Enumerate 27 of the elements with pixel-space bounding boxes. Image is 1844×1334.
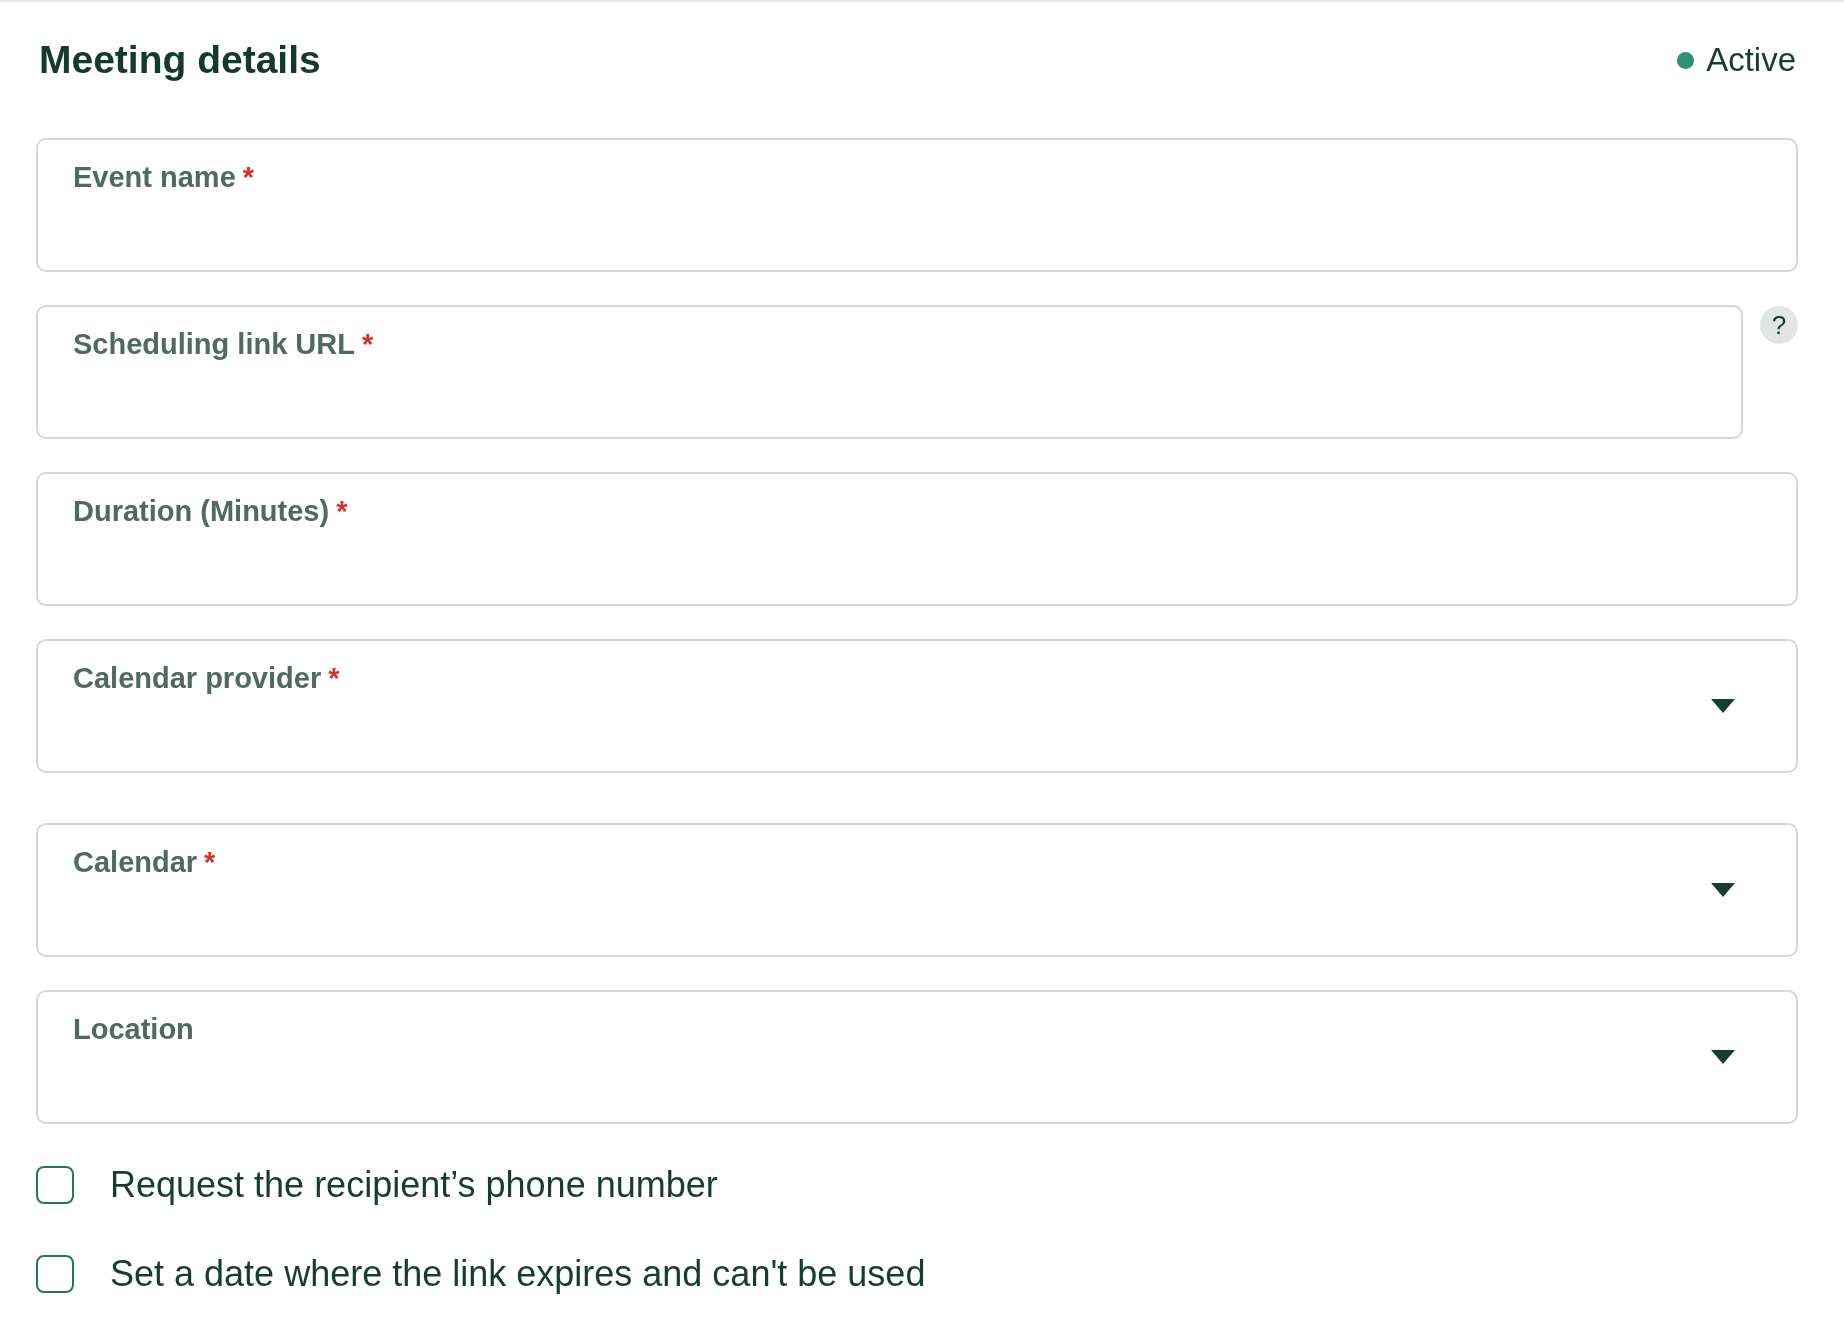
section-title: Meeting details	[39, 37, 321, 83]
dropdown-field[interactable]: Calendar *	[36, 823, 1798, 957]
checkbox[interactable]	[36, 1255, 74, 1293]
required-mark: *	[242, 160, 255, 195]
required-mark: *	[336, 494, 348, 529]
field-label: Calendar	[73, 845, 198, 880]
text-field[interactable]: Scheduling link URL *	[36, 305, 1743, 439]
required-mark: *	[204, 845, 216, 880]
checkbox-label: Set a date where the link expires and can't be used	[110, 1252, 926, 1296]
caret-icon	[1711, 883, 1735, 897]
dropdown-field[interactable]: Location	[36, 990, 1798, 1124]
status-label: Active	[1706, 40, 1796, 80]
caret-icon	[1711, 699, 1735, 713]
text-field[interactable]: Event name *	[36, 138, 1798, 272]
field-label: Location	[73, 1012, 194, 1047]
field-label: Scheduling link URL	[73, 327, 355, 362]
dropdown-field[interactable]: Calendar provider *	[36, 639, 1798, 773]
text-field[interactable]: Duration (Minutes) *	[36, 472, 1798, 606]
caret-icon	[1711, 1050, 1735, 1064]
required-mark: *	[361, 327, 374, 362]
checkbox[interactable]	[36, 1166, 74, 1204]
field-label: Duration (Minutes)	[73, 494, 330, 529]
checkbox-label: Request the recipient’s phone number	[110, 1163, 718, 1207]
required-mark: *	[328, 661, 340, 696]
help-button[interactable]: ?	[1760, 306, 1798, 344]
field-label: Calendar provider	[73, 661, 322, 696]
field-label: Event name	[73, 160, 236, 195]
